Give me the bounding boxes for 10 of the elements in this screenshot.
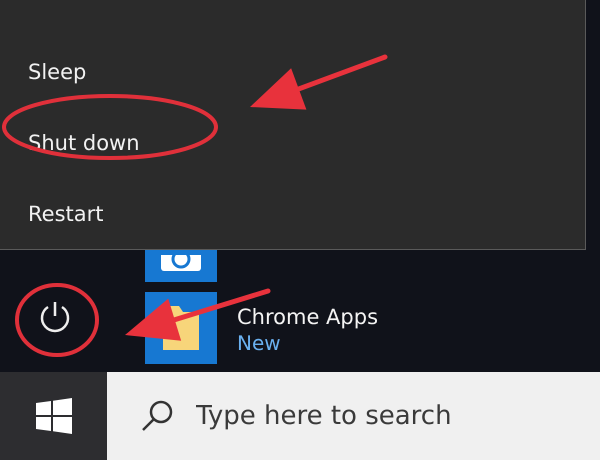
app-name[interactable]: Chrome Apps [237, 305, 378, 329]
start-button[interactable] [0, 372, 107, 460]
app-tile[interactable] [145, 250, 217, 282]
new-label: New [237, 331, 282, 355]
menu-item[interactable]: Sleep [0, 36, 585, 107]
search-field[interactable]: Type here to search [196, 401, 526, 431]
power-icon[interactable] [38, 300, 72, 334]
menu-item[interactable]: Restart [0, 178, 585, 249]
search-icon [140, 399, 174, 433]
windows-icon [36, 398, 72, 434]
